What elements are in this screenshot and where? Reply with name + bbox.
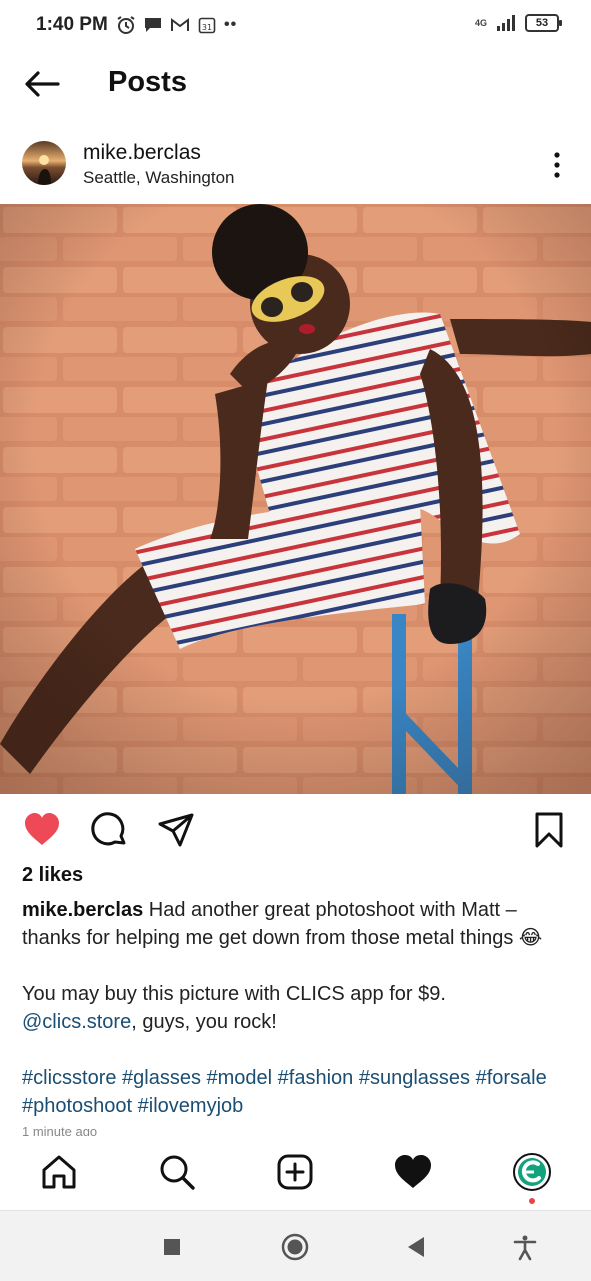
recents-square-icon[interactable]: [158, 1233, 186, 1261]
battery-icon: 53: [525, 14, 562, 32]
system-navigation-bar: [0, 1210, 591, 1281]
status-bar: 1:40 PM 31 •• 4G 53: [0, 0, 591, 52]
home-icon[interactable]: [39, 1152, 79, 1192]
post-location[interactable]: Seattle, Washington: [83, 168, 235, 188]
share-icon[interactable]: [156, 810, 196, 850]
status-notification-icons: 31 ••: [116, 15, 237, 35]
app-header: Posts: [0, 52, 591, 116]
caption-mention[interactable]: @clics.store: [22, 1011, 131, 1033]
post-timestamp: 1 minute ago: [22, 1124, 98, 1136]
page-title: Posts: [108, 66, 187, 98]
post-username[interactable]: mike.berclas: [83, 141, 201, 165]
caption-username[interactable]: mike.berclas: [22, 899, 143, 921]
caption-hashtags[interactable]: #clicsstore #glasses #model #fashion #su…: [22, 1064, 572, 1120]
search-icon[interactable]: [157, 1152, 197, 1192]
bottom-navigation: [0, 1138, 591, 1210]
signal-icon: [497, 15, 515, 31]
status-right: 4G 53: [474, 14, 562, 32]
home-circle-icon[interactable]: [281, 1233, 309, 1261]
caption-line: mike.berclas Had another great photoshoo…: [22, 896, 572, 952]
more-notifications-icon: ••: [224, 16, 238, 33]
more-options-icon[interactable]: [548, 150, 566, 180]
post-caption: mike.berclas Had another great photoshoo…: [22, 896, 572, 1120]
network-type: 4G: [474, 17, 487, 28]
status-time: 1:40 PM: [36, 14, 108, 35]
caption-line: You may buy this picture with CLICS app …: [22, 980, 572, 1036]
post-header: mike.berclas Seattle, Washington: [0, 136, 591, 196]
heart-filled-icon[interactable]: [22, 810, 62, 850]
caption-text: You may buy this picture with CLICS app …: [22, 983, 446, 1005]
add-post-icon[interactable]: [275, 1152, 315, 1192]
message-icon: [145, 18, 161, 32]
alarm-icon: [117, 16, 135, 34]
back-triangle-icon[interactable]: [402, 1233, 430, 1261]
svg-text:31: 31: [202, 23, 212, 32]
accessibility-icon[interactable]: [511, 1233, 539, 1261]
caption-text: , guys, you rock!: [131, 1011, 277, 1033]
calendar-icon: 31: [198, 17, 216, 34]
user-avatar[interactable]: [22, 141, 66, 185]
likes-count[interactable]: 2 likes: [22, 864, 83, 887]
comment-icon[interactable]: [89, 810, 129, 850]
post-photo[interactable]: [0, 204, 591, 794]
post-actions: [0, 806, 591, 850]
notification-dot: [529, 1198, 535, 1204]
activity-heart-icon[interactable]: [393, 1152, 433, 1192]
gmail-icon: [171, 18, 189, 31]
profile-avatar[interactable]: [512, 1152, 552, 1192]
back-arrow-icon[interactable]: [22, 66, 62, 102]
bookmark-icon[interactable]: [529, 810, 569, 850]
